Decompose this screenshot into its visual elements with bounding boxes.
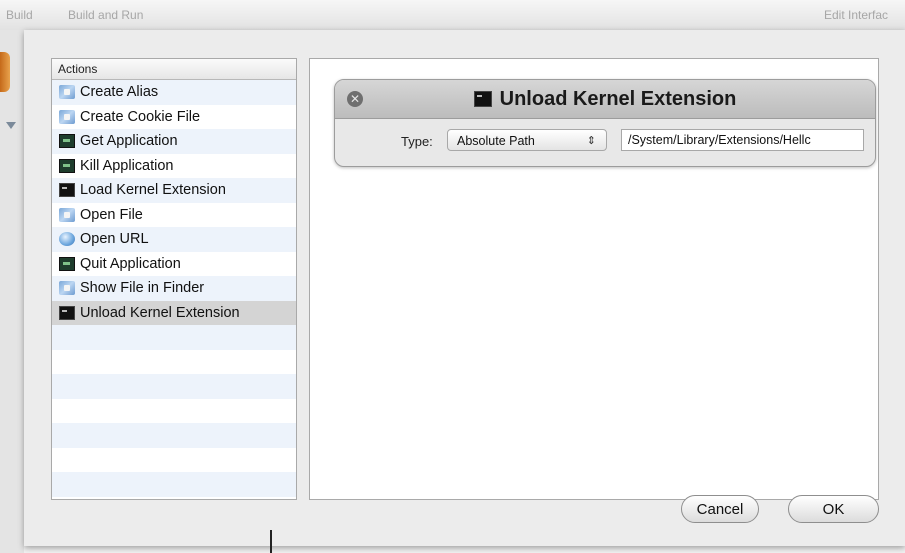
empty-list-row: [52, 399, 296, 424]
terminal-icon: [473, 91, 492, 107]
actions-list-item-label: Open File: [80, 206, 143, 223]
actions-list-item[interactable]: Create Cookie File: [52, 105, 296, 130]
empty-list-row: [52, 472, 296, 497]
actions-list-item-label: Create Cookie File: [80, 108, 201, 125]
empty-list-row: [52, 448, 296, 473]
build-and-run-button[interactable]: Build and Run: [68, 8, 143, 22]
actions-list-item-label: Get Application: [80, 133, 178, 149]
actions-list-item-label: Load Kernel Extension: [80, 182, 226, 198]
application-icon: [59, 158, 75, 173]
empty-list-row: [52, 423, 296, 448]
empty-list-row: [52, 374, 296, 399]
actions-list-item[interactable]: Show File in Finder: [52, 276, 296, 301]
actions-list-item[interactable]: Open URL: [52, 227, 296, 252]
actions-list-item[interactable]: Create Alias: [52, 80, 296, 105]
type-select[interactable]: Absolute Path ⇕: [447, 129, 607, 151]
path-input[interactable]: /System/Library/Extensions/Hellc: [621, 129, 864, 151]
actions-list-item-label: Kill Application: [80, 157, 174, 174]
action-title: Unload Kernel Extension: [335, 80, 875, 118]
type-label: Type:: [401, 134, 433, 149]
actions-list: Actions Create Alias Create Cookie File Ge…: [51, 58, 297, 500]
finder-icon: [59, 207, 75, 222]
empty-list-row: [52, 350, 296, 375]
empty-list-row: [52, 325, 296, 350]
app-icon: [0, 52, 10, 92]
build-button[interactable]: Build: [6, 8, 33, 22]
disclosure-triangle-icon[interactable]: [6, 122, 16, 129]
action-title-text: Unload Kernel Extension: [499, 87, 737, 110]
actions-list-item[interactable]: Unload Kernel Extension: [52, 300, 296, 325]
application-icon: [59, 256, 75, 271]
action-box: ✕ Unload Kernel Extension Type: Absolute…: [334, 79, 876, 167]
actions-list-item-label: Quit Application: [80, 255, 181, 272]
finder-icon: [59, 281, 75, 295]
actions-list-item[interactable]: Kill Application: [52, 154, 296, 179]
cancel-button[interactable]: Cancel: [681, 495, 759, 523]
actions-list-item-label: Create Alias: [80, 84, 159, 100]
window-divider: [270, 530, 272, 553]
actions-column-header[interactable]: Actions: [52, 59, 296, 80]
left-gutter: [0, 30, 24, 553]
actions-list-item[interactable]: Get Application: [52, 129, 296, 154]
action-sheet: Actions Create Alias Create Cookie File Ge…: [24, 30, 905, 546]
terminal-icon: [59, 183, 75, 197]
actions-rows: Create Alias Create Cookie File Get Applic…: [52, 80, 296, 497]
actions-list-item[interactable]: Quit Application: [52, 252, 296, 277]
type-select-value: Absolute Path: [457, 134, 535, 148]
actions-list-item-label: Open URL: [80, 231, 149, 247]
actions-list-item[interactable]: Open File: [52, 203, 296, 228]
action-title-bar: ✕ Unload Kernel Extension: [335, 80, 875, 119]
application-icon: [59, 134, 75, 148]
ok-button[interactable]: OK: [788, 495, 879, 523]
finder-icon: [59, 109, 75, 124]
actions-list-item[interactable]: Load Kernel Extension: [52, 178, 296, 203]
select-arrows-icon: ⇕: [586, 134, 596, 147]
finder-icon: [59, 85, 75, 99]
action-editor-panel: ✕ Unload Kernel Extension Type: Absolute…: [309, 58, 879, 500]
edit-interface-button[interactable]: Edit Interfac: [824, 8, 888, 22]
toolbar: Build Build and Run Edit Interfac: [0, 0, 905, 31]
actions-list-item-label: Unload Kernel Extension: [80, 304, 240, 321]
url-icon: [59, 232, 75, 246]
terminal-icon: [59, 305, 75, 320]
actions-list-item-label: Show File in Finder: [80, 280, 205, 296]
